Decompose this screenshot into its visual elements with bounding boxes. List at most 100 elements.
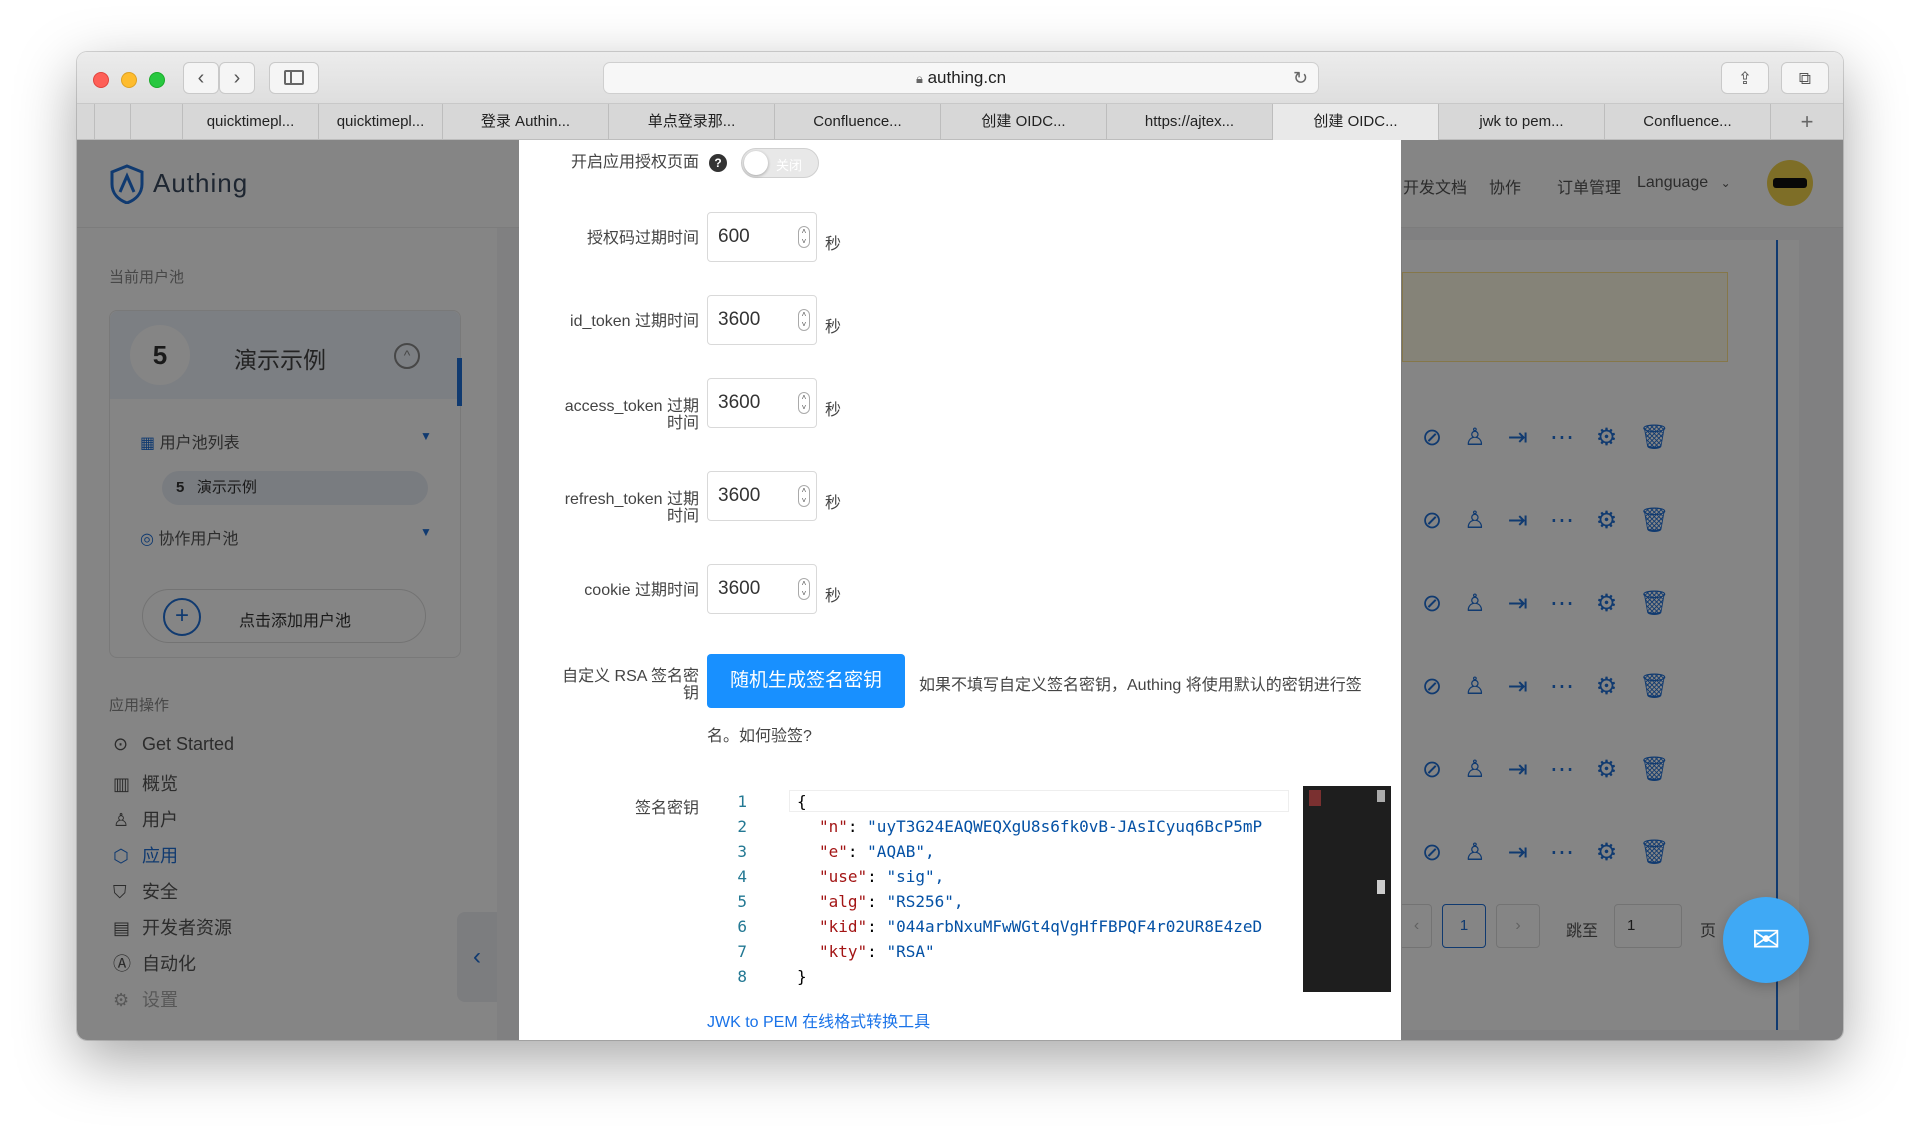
json-key: "alg"	[819, 892, 868, 911]
browser-titlebar: ‹ › 🔒︎ authing.cn ↻ ⇪ ⧉	[77, 52, 1843, 104]
tab[interactable]: Confluence...	[775, 104, 941, 140]
forward-button[interactable]: ›	[219, 62, 255, 94]
id-token-expire-input[interactable]: 3600 ˄ ˅	[707, 295, 817, 345]
sidebar-icon	[284, 70, 304, 85]
tab[interactable]: 登录 Authin...	[443, 104, 609, 140]
label-line: access_token 过期	[564, 398, 699, 415]
share-button[interactable]: ⇪	[1721, 62, 1769, 94]
signing-key-label: 签名密钥	[634, 800, 699, 817]
jwk-to-pem-link[interactable]: JWK to PEM 在线格式转换工具	[707, 1008, 930, 1032]
tab[interactable]: quicktimepl...	[319, 104, 443, 140]
cookie-expire-label: cookie 过期时间	[584, 582, 699, 599]
share-icon: ⇪	[1737, 69, 1753, 88]
consent-toggle[interactable]: 关闭	[741, 148, 819, 178]
scrollbar-thumb[interactable]	[1377, 880, 1385, 894]
unit-label: 秒	[825, 236, 842, 253]
minimize-window-button[interactable]	[121, 72, 137, 88]
json-value: "RSA"	[886, 942, 935, 961]
address-bar[interactable]: 🔒︎ authing.cn ↻	[603, 62, 1319, 94]
input-value: 600	[718, 226, 750, 247]
tab-overview-button[interactable]: ⧉	[1781, 62, 1829, 94]
signing-key-editor[interactable]: 1 { 2 "n": "uyT3G24EAQWEQXgU8s6fk0vB-JAs…	[719, 786, 1391, 1000]
json-value: "sig",	[886, 867, 945, 886]
new-tab-button[interactable]: +	[1771, 104, 1843, 140]
tab[interactable]	[77, 104, 95, 140]
unit-label: 秒	[825, 402, 842, 419]
json-key: "e"	[819, 842, 848, 861]
tab[interactable]	[131, 104, 183, 140]
line-number: 2	[737, 817, 747, 836]
tab[interactable]: 单点登录那...	[609, 104, 775, 140]
toggle-text: 关闭	[776, 158, 803, 173]
code-line: }	[797, 967, 807, 986]
line-number: 6	[737, 917, 747, 936]
minimap-scroll-thumb[interactable]	[1377, 790, 1385, 802]
refresh-token-expire-input[interactable]: 3600 ˄ ˅	[707, 471, 817, 521]
sidebar-toggle-button[interactable]	[269, 62, 319, 94]
code-line: "use": "sig",	[819, 867, 945, 886]
auth-code-expire-label: 授权码过期时间	[586, 230, 699, 247]
unit-label: 秒	[825, 495, 842, 512]
line-number: 5	[737, 892, 747, 911]
tab[interactable]: https://ajtex...	[1107, 104, 1273, 140]
stepper-icon[interactable]: ˄ ˅	[798, 392, 810, 414]
browser-window: ‹ › 🔒︎ authing.cn ↻ ⇪ ⧉ quicktimepl... q…	[77, 52, 1843, 1040]
tab[interactable]	[95, 104, 131, 140]
chat-fab-button[interactable]: ✉	[1723, 897, 1809, 983]
help-icon[interactable]: ?	[709, 154, 727, 172]
tab[interactable]: quicktimepl...	[183, 104, 319, 140]
line-number: 7	[737, 942, 747, 961]
stepper-icon[interactable]: ˄ ˅	[798, 578, 810, 600]
generate-key-button[interactable]: 随机生成签名密钥	[707, 654, 905, 708]
rsa-hint: 如果不填写自定义签名密钥，Authing 将使用默认的密钥进行签	[919, 677, 1362, 694]
label-line: 自定义 RSA 签名密	[562, 668, 699, 685]
rsa-hint-verify[interactable]: 名。如何验签?	[707, 722, 812, 746]
tab[interactable]: Confluence...	[1605, 104, 1771, 140]
access-token-expire-label: access_token 过期 时间	[539, 398, 699, 432]
rsa-key-label: 自定义 RSA 签名密钥	[539, 668, 699, 702]
input-value: 3600	[718, 578, 761, 599]
minimap-preview	[1309, 790, 1321, 806]
editor-minimap[interactable]	[1303, 786, 1391, 992]
input-value: 3600	[718, 309, 761, 330]
zoom-window-button[interactable]	[149, 72, 165, 88]
access-token-expire-input[interactable]: 3600 ˄ ˅	[707, 378, 817, 428]
tab[interactable]: jwk to pem...	[1439, 104, 1605, 140]
json-value: "AQAB",	[867, 842, 935, 861]
input-value: 3600	[718, 485, 761, 506]
stepper-icon[interactable]: ˄ ˅	[798, 485, 810, 507]
json-key: "use"	[819, 867, 868, 886]
tab-active[interactable]: 创建 OIDC...	[1273, 104, 1439, 140]
reload-icon[interactable]: ↻	[1293, 63, 1308, 93]
code-line: "kid": "044arbNxuMFwWGt4qVgHfFBPQF4r02UR…	[819, 917, 1263, 936]
line-number: 1	[737, 792, 747, 811]
tab-bar: quicktimepl... quicktimepl... 登录 Authin.…	[77, 104, 1843, 140]
page: Authing 开发文档 协作 订单管理 Language ⌄ 当前用户池 5 …	[77, 140, 1843, 1040]
lock-icon: 🔒︎	[915, 71, 923, 86]
json-key: "kty"	[819, 942, 868, 961]
cookie-expire-input[interactable]: 3600 ˄ ˅	[707, 564, 817, 614]
oidc-config-modal: 开启应用授权页面 ? 关闭 授权码过期时间 600 ˄ ˅ 秒 id_token 过…	[519, 140, 1401, 1040]
auth-code-expire-input[interactable]: 600 ˄ ˅	[707, 212, 817, 262]
stepper-icon[interactable]: ˄ ˅	[798, 309, 810, 331]
tabs-icon: ⧉	[1798, 69, 1812, 88]
line-number: 3	[737, 842, 747, 861]
code-line: {	[797, 792, 807, 811]
close-window-button[interactable]	[93, 72, 109, 88]
toggle-knob	[744, 151, 768, 175]
unit-label: 秒	[825, 319, 842, 336]
label-line: refresh_token 过期	[564, 491, 699, 508]
back-button[interactable]: ‹	[183, 62, 219, 94]
tab[interactable]: 创建 OIDC...	[941, 104, 1107, 140]
chevron-left-icon: ‹	[197, 67, 205, 89]
line-number: 4	[737, 867, 747, 886]
label-line: 时间	[666, 508, 699, 525]
code-line: "n": "uyT3G24EAQWEQXgU8s6fk0vB-JAsICyuq6…	[819, 817, 1263, 836]
chevron-right-icon: ›	[233, 67, 241, 89]
label-line: 时间	[666, 415, 699, 432]
input-value: 3600	[718, 392, 761, 413]
id-token-expire-label: id_token 过期时间	[570, 313, 699, 330]
stepper-icon[interactable]: ˄ ˅	[798, 226, 810, 248]
code-line: "kty": "RSA"	[819, 942, 935, 961]
code-line: "e": "AQAB",	[819, 842, 935, 861]
